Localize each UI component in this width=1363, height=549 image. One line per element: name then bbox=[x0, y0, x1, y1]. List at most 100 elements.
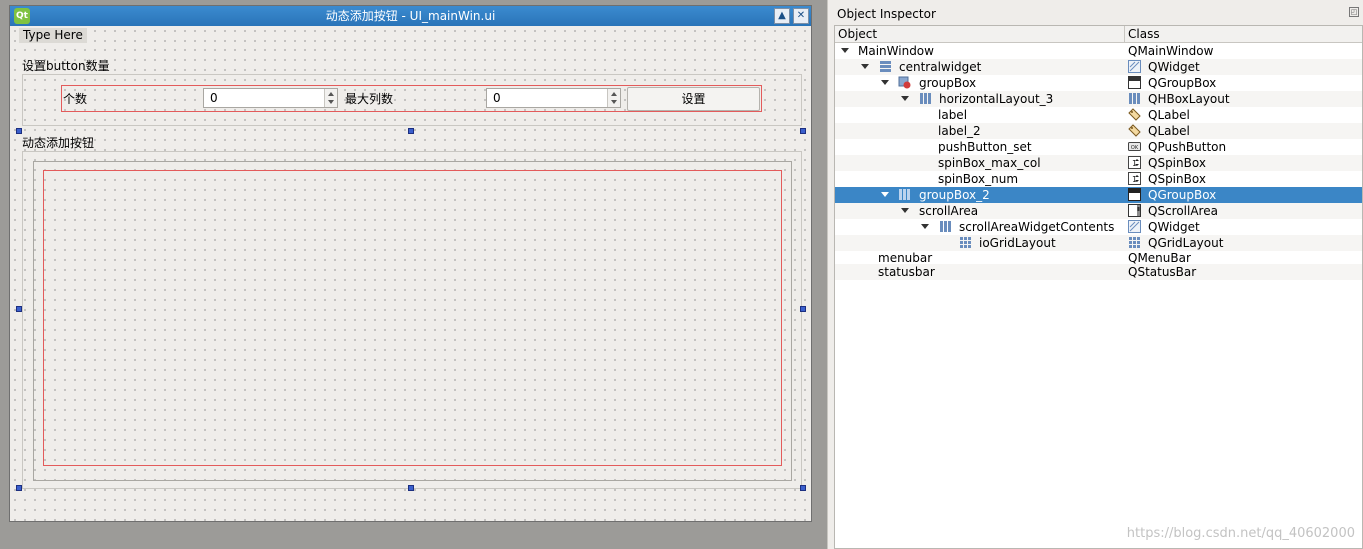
spin-up-icon[interactable] bbox=[328, 92, 334, 96]
expand-arrow-icon[interactable] bbox=[921, 224, 929, 229]
resize-handle[interactable] bbox=[16, 128, 22, 134]
header-class[interactable]: Class bbox=[1128, 27, 1160, 41]
spin-down-icon[interactable] bbox=[328, 100, 334, 104]
spinbox-num-value: 0 bbox=[210, 91, 218, 105]
header-object[interactable]: Object bbox=[838, 27, 877, 41]
expand-arrow-icon[interactable] bbox=[881, 192, 889, 197]
object-name: menubar bbox=[878, 251, 933, 265]
expand-arrow-icon[interactable] bbox=[901, 96, 909, 101]
spinbox-icon: 1 bbox=[1128, 172, 1141, 185]
tree-row[interactable]: label QLabel bbox=[835, 107, 1362, 123]
object-name: groupBox_2 bbox=[919, 188, 990, 202]
widget-icon bbox=[1128, 220, 1141, 233]
groupbox-title-dynamic: 动态添加按钮 bbox=[22, 136, 95, 150]
object-name: horizontalLayout_3 bbox=[939, 92, 1054, 106]
resize-handle[interactable] bbox=[800, 485, 806, 491]
tree-row[interactable]: MainWindow QMainWindow bbox=[835, 43, 1362, 59]
tree-row[interactable]: horizontalLayout_3 QHBoxLayout bbox=[835, 91, 1362, 107]
maximize-icon[interactable]: ▲ bbox=[774, 8, 790, 24]
class-name: QSpinBox bbox=[1148, 172, 1206, 186]
broken-layout-icon bbox=[898, 76, 911, 89]
form-title: 动态添加按钮 - UI_mainWin.ui bbox=[325, 9, 496, 23]
label-tag-icon bbox=[1128, 124, 1141, 137]
object-name: MainWindow bbox=[858, 44, 934, 58]
label-tag-icon bbox=[1128, 108, 1141, 121]
resize-handle[interactable] bbox=[800, 306, 806, 312]
float-panel-icon[interactable]: ◰ bbox=[1349, 7, 1359, 17]
tree-row[interactable]: label_2 QLabel bbox=[835, 123, 1362, 139]
spinbox-max-col[interactable]: 0 bbox=[486, 88, 621, 108]
expand-arrow-icon[interactable] bbox=[841, 48, 849, 53]
tree-row-selected[interactable]: groupBox_2 QGroupBox bbox=[835, 187, 1362, 203]
class-name: QWidget bbox=[1148, 220, 1200, 234]
class-name: QScrollArea bbox=[1148, 204, 1218, 218]
object-tree[interactable]: Object Class MainWindow QMainWindow cent… bbox=[834, 25, 1363, 549]
resize-handle[interactable] bbox=[16, 485, 22, 491]
watermark-text: https://blog.csdn.net/qq_40602000 bbox=[1126, 526, 1355, 541]
qt-logo-icon: Qt bbox=[14, 8, 30, 24]
grid-layout-outline bbox=[43, 170, 782, 466]
object-inspector-panel: Object Inspector ◰ Object Class MainWind… bbox=[827, 0, 1363, 549]
header-separator[interactable] bbox=[1124, 26, 1125, 43]
menu-type-here[interactable]: Type Here bbox=[19, 28, 87, 43]
tree-row[interactable]: scrollArea QScrollArea bbox=[835, 203, 1362, 219]
form-titlebar[interactable]: Qt 动态添加按钮 - UI_mainWin.ui ▲ ✕ bbox=[10, 6, 811, 26]
expand-arrow-icon[interactable] bbox=[861, 64, 869, 69]
menubar[interactable]: Type Here bbox=[10, 26, 811, 45]
object-name: label_2 bbox=[938, 124, 981, 138]
object-name: pushButton_set bbox=[938, 140, 1032, 154]
object-name: statusbar bbox=[878, 265, 935, 279]
object-name: label bbox=[938, 108, 968, 122]
tree-row[interactable]: spinBox_num 1 QSpinBox bbox=[835, 171, 1362, 187]
label-count: 个数 bbox=[63, 92, 88, 106]
grid-layout-icon bbox=[1128, 236, 1141, 249]
designer-background bbox=[9, 522, 812, 549]
expand-arrow-icon[interactable] bbox=[901, 208, 909, 213]
class-name: QGroupBox bbox=[1148, 188, 1217, 202]
hbox-layout-icon bbox=[919, 92, 932, 105]
class-name: QMainWindow bbox=[1128, 44, 1214, 58]
hbox-layout-icon bbox=[898, 188, 911, 201]
tree-header: Object Class bbox=[835, 26, 1362, 43]
close-icon[interactable]: ✕ bbox=[793, 8, 809, 24]
scroll-area-icon bbox=[1128, 204, 1141, 217]
groupbox-title-settings: 设置button数量 bbox=[22, 59, 110, 73]
object-name: centralwidget bbox=[899, 60, 982, 74]
spinbox-max-col-arrows[interactable] bbox=[607, 89, 620, 107]
spinbox-num[interactable]: 0 bbox=[203, 88, 338, 108]
object-name: ioGridLayout bbox=[979, 236, 1056, 250]
class-name: QLabel bbox=[1148, 124, 1190, 138]
resize-handle[interactable] bbox=[408, 128, 414, 134]
inspector-title: Object Inspector bbox=[837, 7, 936, 21]
tree-row[interactable]: scrollAreaWidgetContents QWidget bbox=[835, 219, 1362, 235]
tree-row[interactable]: spinBox_max_col 1 QSpinBox bbox=[835, 155, 1362, 171]
spin-down-icon[interactable] bbox=[611, 100, 617, 104]
object-name: groupBox bbox=[919, 76, 977, 90]
tree-row[interactable]: groupBox QGroupBox bbox=[835, 75, 1362, 91]
expand-arrow-icon[interactable] bbox=[881, 80, 889, 85]
class-name: QPushButton bbox=[1148, 140, 1227, 154]
svg-text:OK: OK bbox=[1131, 145, 1139, 151]
class-name: QLabel bbox=[1148, 108, 1190, 122]
object-name: spinBox_max_col bbox=[938, 156, 1041, 170]
tree-row[interactable]: pushButton_set OK QPushButton bbox=[835, 139, 1362, 155]
resize-handle[interactable] bbox=[16, 306, 22, 312]
push-button-icon: OK bbox=[1128, 140, 1141, 153]
resize-handle[interactable] bbox=[408, 485, 414, 491]
tree-row[interactable]: statusbar QStatusBar bbox=[835, 264, 1362, 280]
central-widget[interactable]: 设置button数量 个数 0 最大列数 0 设置 动态添加按钮 bbox=[10, 45, 811, 521]
class-name: QStatusBar bbox=[1128, 265, 1197, 279]
grid-layout-icon bbox=[959, 236, 972, 249]
widget-icon bbox=[1128, 60, 1141, 73]
groupbox-icon bbox=[1128, 188, 1141, 201]
groupbox-icon bbox=[1128, 76, 1141, 89]
tree-row[interactable]: ioGridLayout QGridLayout bbox=[835, 235, 1362, 251]
resize-handle[interactable] bbox=[800, 128, 806, 134]
tree-row[interactable]: centralwidget QWidget bbox=[835, 59, 1362, 75]
class-name: QGridLayout bbox=[1148, 236, 1224, 250]
class-name: QSpinBox bbox=[1148, 156, 1206, 170]
object-name: scrollArea bbox=[919, 204, 979, 218]
spin-up-icon[interactable] bbox=[611, 92, 617, 96]
spinbox-num-arrows[interactable] bbox=[324, 89, 337, 107]
set-button[interactable]: 设置 bbox=[627, 87, 760, 111]
